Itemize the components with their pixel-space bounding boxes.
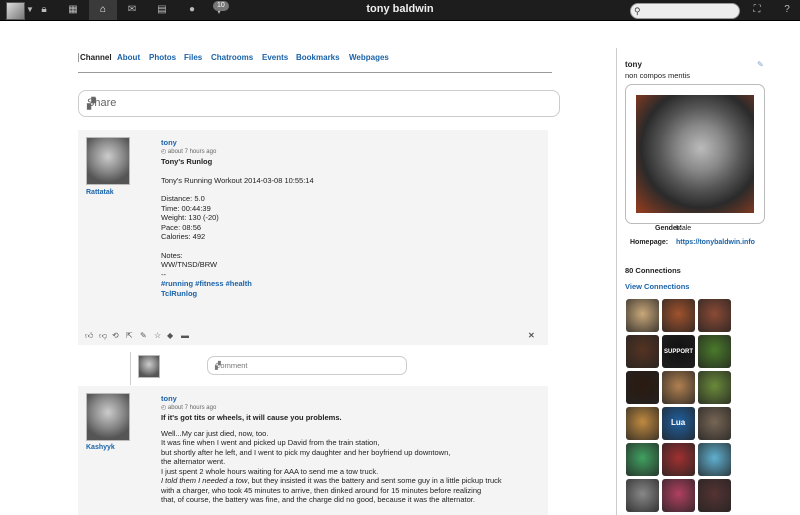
search-field[interactable]: ⚲ (630, 3, 740, 19)
column-divider (616, 48, 617, 515)
tag-icon[interactable]: ◆ (167, 331, 173, 340)
connection-thumbnail[interactable] (698, 299, 731, 332)
folder-icon[interactable]: ▬ (181, 331, 189, 340)
dislike-icon[interactable]: 👎︎ (99, 331, 107, 341)
tab-files[interactable]: Files (184, 53, 202, 62)
profile-tagline: non compos mentis (625, 71, 691, 80)
share-icon[interactable]: ⇱ (126, 331, 133, 340)
profile-tabs: Channel About Photos Files Chatrooms Eve… (78, 50, 552, 73)
post-site-name[interactable]: Kashyyk (86, 444, 115, 451)
post-title: If it's got tits or wheels, it will caus… (161, 413, 342, 422)
search-icon: ⚲ (634, 6, 641, 16)
clock-icon: ◴ (161, 404, 168, 411)
post-timestamp: about 7 hours ago (167, 404, 217, 411)
connection-thumbnail[interactable] (626, 335, 659, 368)
post-actions: 👍︎ 👎︎ ⟲ ⇱ ✎ ☆ ◆ ▬ ✕ (83, 331, 541, 341)
share-box[interactable]: Share ▞ (78, 90, 560, 117)
connection-thumbnail[interactable] (662, 443, 695, 476)
help-icon[interactable]: ? (780, 3, 794, 17)
post-line: that, of course, the battery was fine, a… (161, 495, 475, 504)
thumbnail-label: SUPPORT (664, 349, 694, 355)
edit-icon[interactable]: ✎ (140, 331, 147, 340)
connection-thumbnail[interactable] (698, 407, 731, 440)
post-line: Distance: 5.0 (161, 194, 205, 203)
comment-avatar (138, 355, 160, 378)
post-line: the alternator went. (161, 457, 226, 466)
tab-events[interactable]: Events (262, 53, 288, 62)
tab-photos[interactable]: Photos (149, 53, 176, 62)
profile-photo-card (625, 84, 765, 224)
homepage-label: Homepage: (630, 239, 669, 246)
connection-thumbnail[interactable] (662, 299, 695, 332)
comment-divider (130, 352, 131, 385)
connection-thumbnail[interactable] (662, 371, 695, 404)
post-line: Weight: 130 (-20) (161, 213, 219, 222)
post-footer-link[interactable]: TclRunlog (161, 289, 541, 299)
post-line: -- (161, 269, 166, 279)
comment-input[interactable]: Comment ▞ (207, 356, 407, 375)
connection-thumbnail[interactable] (698, 443, 731, 476)
post-line: It was fine when I went and picked up Da… (161, 438, 380, 447)
search-input[interactable] (645, 5, 737, 18)
post-line: Calories: 492 (161, 232, 206, 241)
resize-grip-icon: ▞ (87, 98, 96, 110)
post-title: Tony's Runlog (161, 157, 213, 166)
profile-name: tony (625, 60, 642, 69)
connection-thumbnail[interactable]: SUPPORT (662, 335, 695, 368)
post-line: Notes: (161, 250, 183, 260)
connection-thumbnail[interactable] (698, 335, 731, 368)
homepage-link[interactable]: https://tonybaldwin.info (676, 239, 755, 246)
sitemap-icon[interactable]: ⛶ (750, 3, 764, 17)
connection-thumbnail[interactable] (662, 479, 695, 512)
post-line: I just spent 2 whole hours waiting for A… (161, 466, 379, 476)
post-line: but shortly after he left, and I went to… (161, 447, 451, 457)
post-line: Tony's Running Workout 2014-03-08 10:55:… (161, 175, 314, 185)
connections-count: 80 Connections (625, 266, 681, 275)
connection-thumbnail[interactable] (626, 407, 659, 440)
connection-thumbnail[interactable]: Lua (662, 407, 695, 440)
edit-pencil-icon[interactable]: ✎ (757, 60, 764, 69)
tab-about[interactable]: About (117, 53, 140, 62)
thumbnail-label: Lua (671, 418, 686, 427)
resize-grip-icon: ▞ (215, 361, 221, 370)
post-body: tony ◴ about 7 hours ago If it's got tit… (161, 394, 541, 505)
repeat-icon[interactable]: ⟲ (112, 331, 119, 340)
connection-thumbnail[interactable] (626, 371, 659, 404)
view-connections-link[interactable]: View Connections (625, 282, 689, 291)
post-timestamp: about 7 hours ago (167, 148, 217, 155)
connection-thumbnail[interactable] (626, 443, 659, 476)
post-site-name[interactable]: Rattatak (86, 189, 114, 196)
post-line: Well...My car just died, now, too. (161, 428, 269, 438)
gender-value: Male (676, 225, 692, 232)
post-author-avatar[interactable] (86, 393, 130, 441)
connection-thumbnail[interactable] (626, 479, 659, 512)
star-icon[interactable]: ☆ (154, 331, 161, 340)
post-line: Pace: 08:56 (161, 222, 202, 232)
post-author-avatar[interactable] (86, 137, 130, 185)
post-line: WW/TNSD/BRW (161, 260, 218, 269)
tab-chatrooms[interactable]: Chatrooms (211, 53, 253, 62)
post-line: with a charger, who took 45 minutes to a… (161, 485, 482, 495)
post-author[interactable]: tony (161, 138, 541, 148)
post-body: tony ◴ about 7 hours ago Tony's Runlog T… (161, 138, 541, 298)
like-icon[interactable]: 👍︎ (85, 331, 93, 341)
post-author[interactable]: tony (161, 394, 541, 404)
connection-thumbnail[interactable] (626, 299, 659, 332)
post-line: Time: 00:44:39 (161, 203, 211, 213)
connection-thumbnail[interactable] (698, 479, 731, 512)
close-icon[interactable]: ✕ (528, 331, 535, 340)
tab-webpages[interactable]: Webpages (349, 53, 389, 62)
tab-bookmarks[interactable]: Bookmarks (296, 53, 340, 62)
post-italic: I told them I needed a tow (161, 476, 248, 485)
tab-channel[interactable]: Channel (78, 53, 112, 62)
top-navbar: ▼ 🔒︎ ▦ ⌂ ✉ ▤ ● ▾ 10 tony baldwin ⚲ ⛶ ? (0, 0, 800, 21)
post-item: Kashyyk tony ◴ about 7 hours ago If it's… (78, 386, 548, 515)
post-item: Rattatak tony ◴ about 7 hours ago Tony's… (78, 130, 548, 345)
profile-photo[interactable] (636, 95, 754, 213)
post-line: , but they insisted it was the battery a… (247, 476, 502, 485)
post-hashtags[interactable]: #running #fitness #health (161, 279, 541, 289)
clock-icon: ◴ (161, 148, 168, 155)
connection-thumbnail[interactable] (698, 371, 731, 404)
